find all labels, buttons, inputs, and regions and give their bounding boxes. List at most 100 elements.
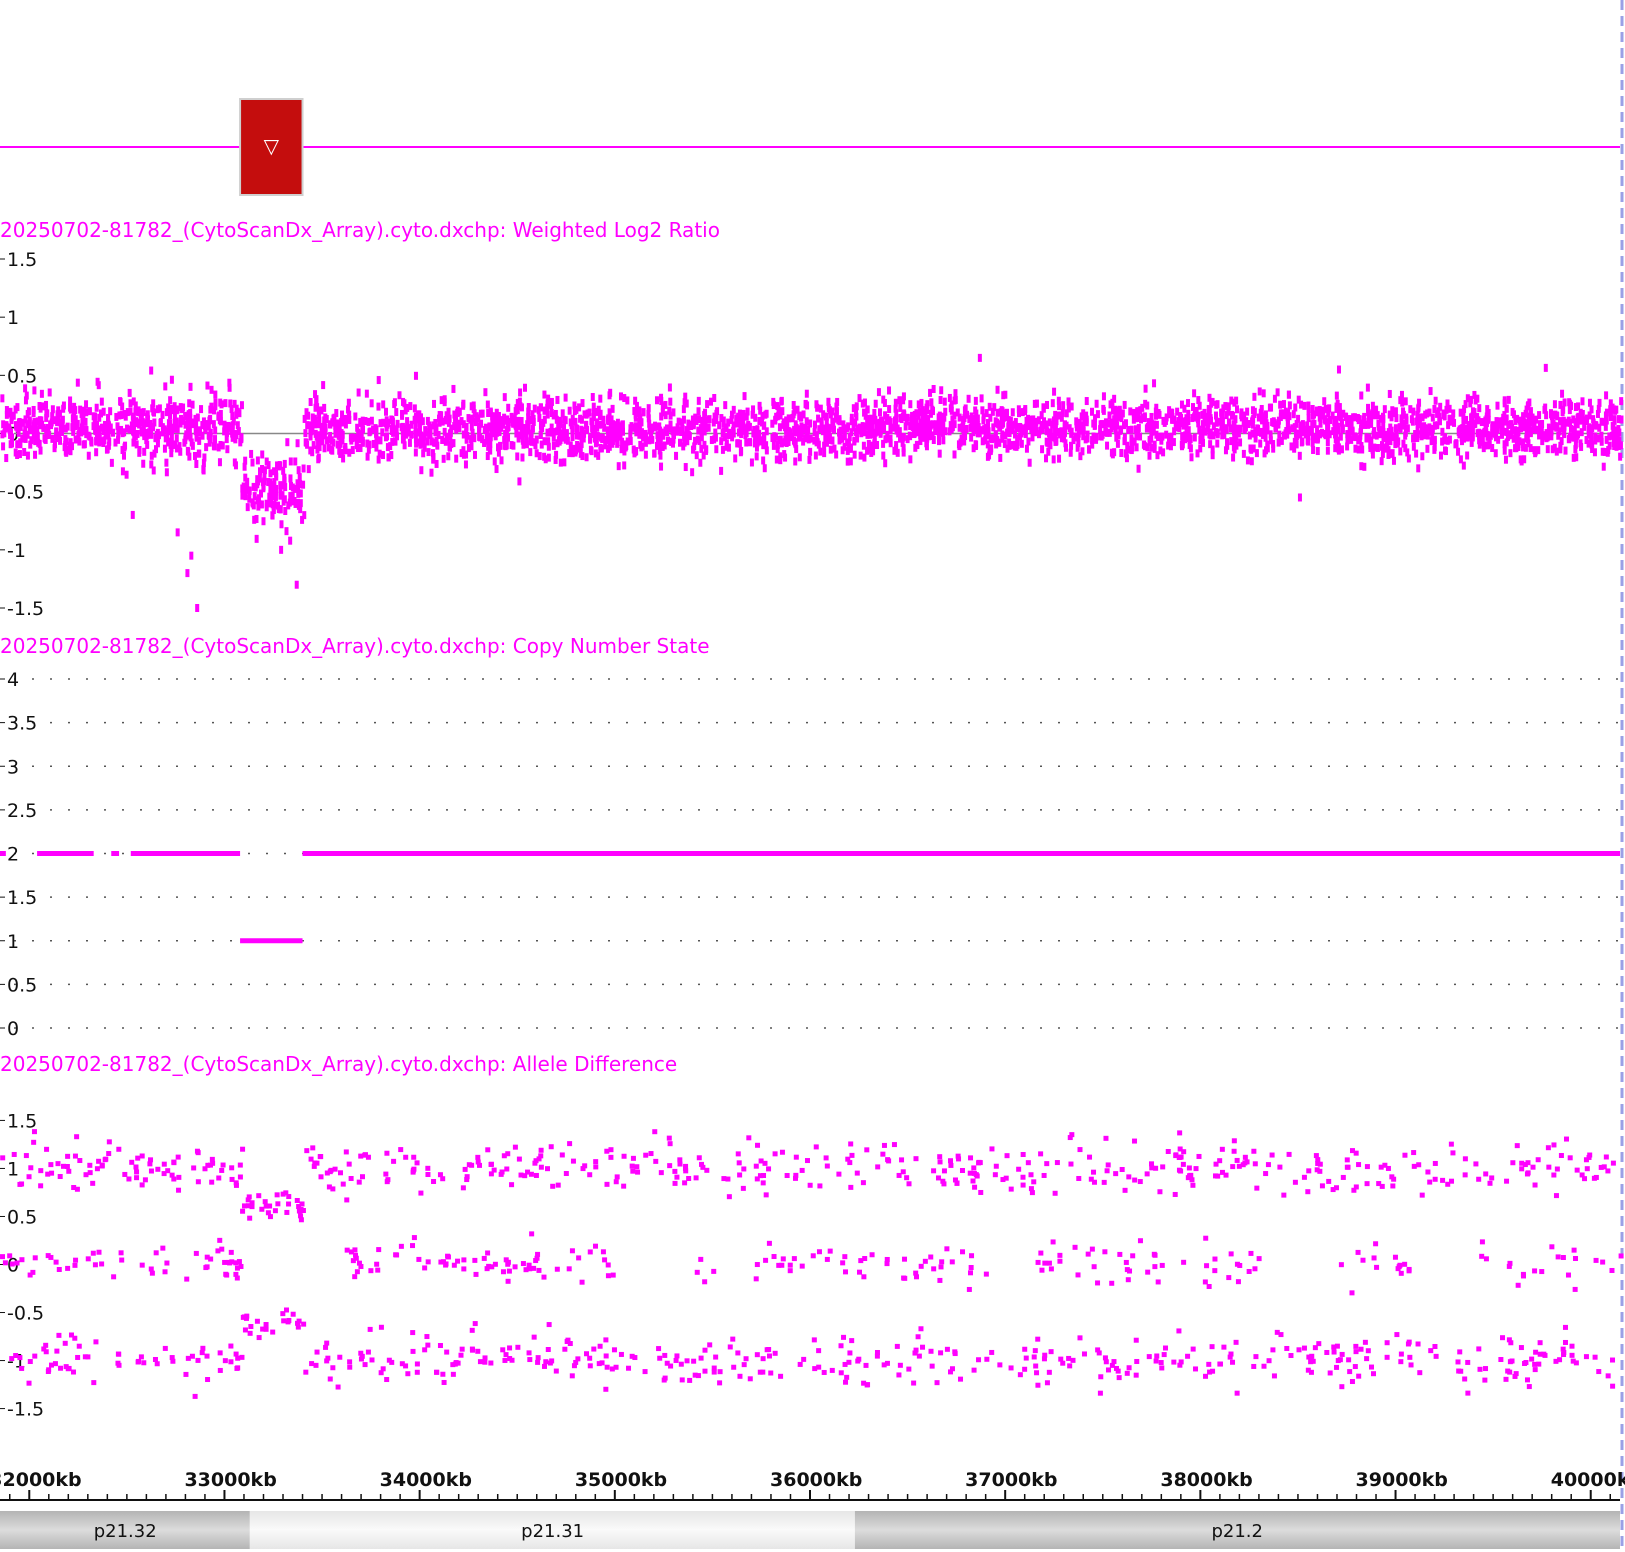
allele-point bbox=[1134, 1358, 1140, 1364]
log2-point bbox=[1053, 434, 1058, 443]
allele-point bbox=[731, 1364, 737, 1370]
allele-point bbox=[1203, 1235, 1209, 1241]
log2-point bbox=[255, 456, 260, 465]
log2-point bbox=[1520, 439, 1525, 448]
log2-point bbox=[1029, 420, 1034, 429]
log2-point bbox=[162, 425, 167, 434]
log2-point bbox=[955, 408, 960, 417]
allele-point bbox=[299, 1201, 305, 1207]
log2-point bbox=[1243, 423, 1248, 432]
log2-point bbox=[211, 442, 216, 451]
log2-point bbox=[394, 408, 399, 417]
log2-point bbox=[875, 441, 880, 450]
allele-point bbox=[1288, 1353, 1294, 1359]
log2-point bbox=[267, 499, 272, 508]
cnv-loss-segment[interactable]: ▽ bbox=[239, 98, 304, 196]
log2-point bbox=[1345, 418, 1350, 427]
log2-point bbox=[1152, 379, 1157, 388]
log2-point bbox=[1161, 448, 1166, 457]
log2-point bbox=[793, 439, 798, 448]
allele-point bbox=[1432, 1344, 1438, 1350]
allele-point bbox=[148, 1168, 154, 1174]
allele-point bbox=[313, 1362, 319, 1368]
allele-point bbox=[554, 1266, 560, 1272]
log2-point bbox=[381, 451, 386, 460]
cytoband-ideogram[interactable]: p21.33p21.32p21.31p21.2 bbox=[0, 1511, 1620, 1549]
log2-point bbox=[1084, 415, 1089, 424]
log2-point bbox=[284, 527, 289, 536]
allele-point bbox=[398, 1243, 404, 1249]
allele-point bbox=[632, 1355, 638, 1361]
allele-point bbox=[394, 1252, 400, 1258]
allele-point bbox=[1477, 1366, 1483, 1372]
allele-point bbox=[450, 1371, 456, 1377]
log2-point bbox=[1252, 392, 1257, 401]
log2-point bbox=[873, 399, 878, 408]
allele-point bbox=[195, 1179, 201, 1185]
cn-y-tick-label: 2 bbox=[7, 844, 19, 866]
allele-point bbox=[153, 1250, 159, 1256]
log2-point bbox=[249, 449, 254, 458]
allele-point bbox=[1020, 1174, 1026, 1180]
log2-point bbox=[1081, 409, 1086, 418]
log2-point bbox=[1542, 405, 1547, 414]
allele-point bbox=[533, 1172, 539, 1178]
allele-point bbox=[1368, 1364, 1374, 1370]
allele-point bbox=[816, 1249, 822, 1255]
allele-point bbox=[696, 1155, 702, 1161]
allele-point bbox=[587, 1249, 593, 1255]
allele-point bbox=[344, 1197, 350, 1203]
allele-point bbox=[1445, 1181, 1451, 1187]
log2-point bbox=[1336, 365, 1341, 374]
log2-point bbox=[494, 465, 499, 474]
allele-point bbox=[684, 1358, 690, 1364]
allele-point bbox=[1028, 1186, 1034, 1192]
allele-point bbox=[1244, 1159, 1250, 1165]
log2-point bbox=[1428, 427, 1433, 436]
log2-point bbox=[659, 393, 664, 402]
allele-point bbox=[672, 1180, 678, 1186]
allele-point bbox=[842, 1254, 848, 1260]
allele-point bbox=[952, 1349, 958, 1355]
allele-point bbox=[901, 1275, 907, 1281]
allele-point bbox=[222, 1259, 228, 1265]
allele-point bbox=[233, 1271, 239, 1277]
log2-point bbox=[1128, 407, 1133, 416]
log2-point bbox=[454, 454, 459, 463]
allele-point bbox=[138, 1354, 144, 1360]
allele-point bbox=[358, 1153, 364, 1159]
log2-point bbox=[1211, 431, 1216, 440]
log2-point bbox=[517, 416, 522, 425]
allele-point bbox=[1509, 1358, 1515, 1364]
allele-point bbox=[1277, 1164, 1283, 1170]
allele-point bbox=[753, 1163, 759, 1169]
allele-point bbox=[974, 1173, 980, 1179]
allele-point bbox=[165, 1168, 171, 1174]
allele-point bbox=[11, 1151, 17, 1157]
log2-point bbox=[1003, 390, 1008, 399]
log2-point bbox=[367, 440, 372, 449]
allele-point bbox=[864, 1147, 870, 1153]
allele-point bbox=[1618, 1253, 1624, 1259]
log2-point bbox=[608, 421, 613, 430]
log2-point bbox=[1430, 413, 1435, 422]
allele-point bbox=[1292, 1179, 1298, 1185]
log2-point bbox=[1550, 445, 1555, 454]
allele-point bbox=[904, 1175, 910, 1181]
log2-point bbox=[931, 436, 936, 445]
log2-point bbox=[726, 443, 731, 452]
log2-point bbox=[434, 423, 439, 432]
log2-point bbox=[471, 401, 476, 410]
allele-point bbox=[512, 1264, 518, 1270]
log2-point bbox=[898, 434, 903, 443]
allele-point bbox=[763, 1257, 769, 1263]
allele-point bbox=[176, 1174, 182, 1180]
allele-point bbox=[365, 1349, 371, 1355]
log2-point bbox=[1139, 415, 1144, 424]
log2-point bbox=[652, 449, 657, 458]
allele-point bbox=[940, 1178, 946, 1184]
log2-point bbox=[827, 406, 832, 415]
allele-point bbox=[90, 1250, 96, 1256]
allele-point bbox=[787, 1268, 793, 1274]
log2-point bbox=[1130, 443, 1135, 452]
